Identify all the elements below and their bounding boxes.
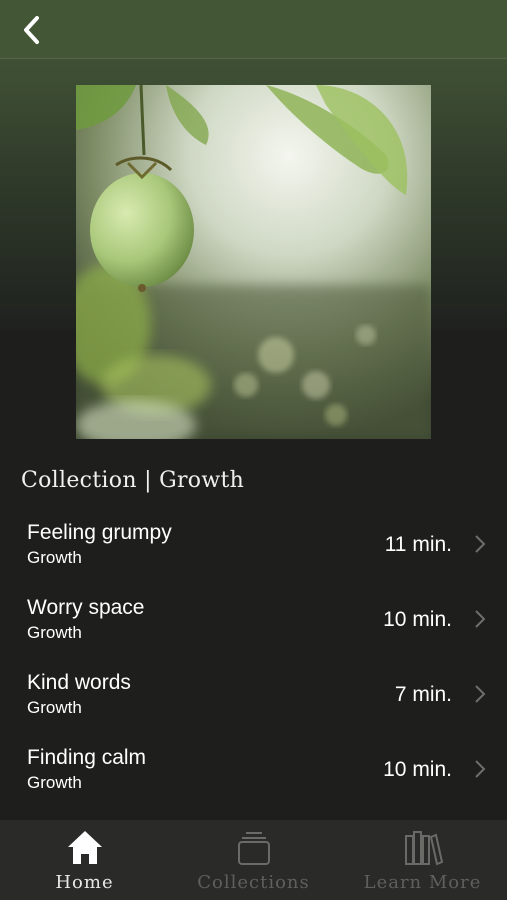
chevron-right-icon: [475, 760, 486, 778]
tab-label: Learn More: [363, 872, 482, 893]
collections-stack-icon: [237, 832, 270, 865]
session-duration: 10 min.: [383, 608, 452, 631]
session-list: Feeling grumpy Growth 11 min. Worry spac…: [0, 510, 507, 810]
session-duration: 11 min.: [384, 533, 452, 556]
session-category: Growth: [27, 698, 82, 717]
home-icon: [67, 831, 102, 864]
collection-title: Collection | Growth: [21, 468, 245, 493]
session-row[interactable]: Finding calm Growth 10 min.: [0, 735, 507, 810]
tab-learn-more[interactable]: Learn More: [338, 820, 507, 900]
session-category: Growth: [27, 548, 82, 567]
chevron-right-icon: [475, 685, 486, 703]
session-category: Growth: [27, 773, 82, 792]
back-button[interactable]: [14, 12, 50, 48]
collection-artwork: [76, 85, 431, 439]
session-duration: 10 min.: [383, 758, 452, 781]
chevron-right-icon: [475, 535, 486, 553]
session-title: Feeling grumpy: [27, 521, 172, 544]
session-title: Kind words: [27, 671, 131, 694]
session-row[interactable]: Feeling grumpy Growth 11 min.: [0, 510, 507, 585]
chevron-right-icon: [475, 610, 486, 628]
session-row[interactable]: Worry space Growth 10 min.: [0, 585, 507, 660]
tab-collections[interactable]: Collections: [169, 820, 338, 900]
tab-label: Collections: [197, 872, 310, 893]
tab-label: Home: [55, 872, 114, 893]
chevron-left-icon: [24, 16, 39, 44]
top-bar: [0, 0, 507, 59]
bottom-tab-bar: Home Collections Learn More: [0, 820, 507, 900]
session-duration: 7 min.: [394, 683, 452, 706]
session-category: Growth: [27, 623, 82, 642]
tab-home[interactable]: Home: [0, 820, 169, 900]
session-title: Finding calm: [27, 746, 147, 769]
session-row[interactable]: Kind words Growth 7 min.: [0, 660, 507, 735]
books-icon: [404, 831, 443, 866]
session-title: Worry space: [27, 596, 145, 619]
